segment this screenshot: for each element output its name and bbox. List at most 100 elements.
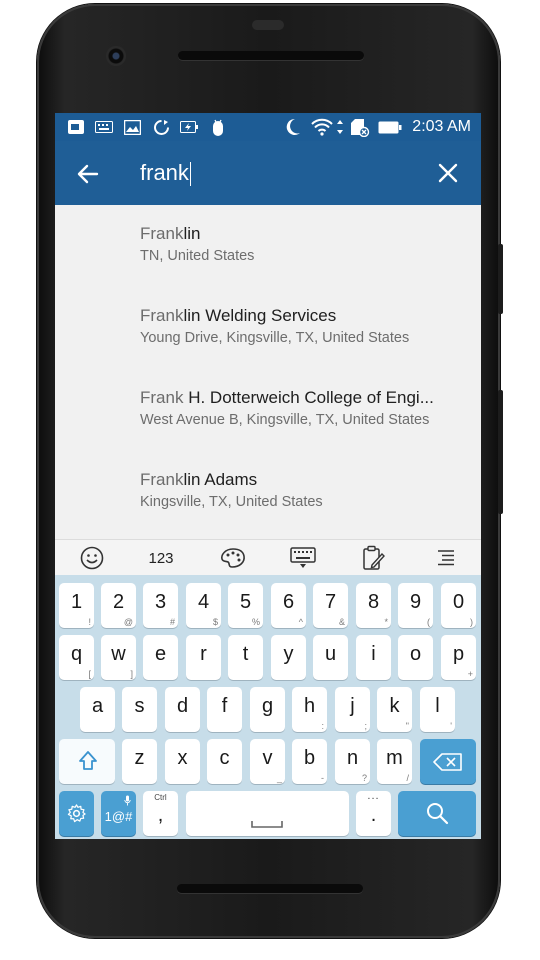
status-time: 2:03 AM: [412, 118, 471, 135]
key-j[interactable]: j;: [335, 687, 370, 732]
clear-search-icon[interactable]: [437, 162, 459, 184]
key-h[interactable]: h:: [292, 687, 327, 732]
result-title-rest: lin: [183, 224, 201, 243]
key-n[interactable]: n?: [335, 739, 370, 784]
key-5[interactable]: 5%: [228, 583, 263, 628]
key-s[interactable]: s: [122, 687, 157, 732]
clipboard-icon[interactable]: [359, 545, 387, 570]
key-z[interactable]: z: [122, 739, 157, 784]
key-l[interactable]: l ': [420, 687, 455, 732]
comma-key[interactable]: Ctrl ,: [143, 791, 178, 836]
earpiece: [252, 20, 284, 30]
key-t[interactable]: t: [228, 635, 263, 680]
key-e[interactable]: e: [143, 635, 178, 680]
space-bar-icon: [251, 821, 283, 828]
result-title-match: Frank: [140, 470, 184, 489]
sync-icon: [150, 118, 172, 136]
period-sub-label: ...: [367, 790, 380, 802]
bottom-speaker: [177, 884, 363, 893]
key-i[interactable]: i: [356, 635, 391, 680]
microphone-icon: [124, 795, 131, 806]
front-camera: [106, 46, 126, 66]
symbols-label: 1@#: [104, 809, 133, 824]
backspace-key[interactable]: [420, 739, 476, 784]
space-key[interactable]: [186, 791, 349, 836]
key-1[interactable]: 1!: [59, 583, 94, 628]
key-v[interactable]: v _: [250, 739, 285, 784]
comma-label: ,: [157, 804, 164, 826]
key-0[interactable]: 0): [441, 583, 476, 628]
key-d[interactable]: d: [165, 687, 200, 732]
result-title-match: Frank: [140, 224, 184, 243]
moon-icon: [283, 118, 303, 136]
key-2[interactable]: 2 @: [101, 583, 136, 628]
key-q[interactable]: q[: [59, 635, 94, 680]
result-title-match: Frank: [140, 388, 184, 407]
result-item[interactable]: Frank H. Dotterweich College of Engi... …: [140, 387, 470, 429]
key-7[interactable]: 7 &: [313, 583, 348, 628]
key-g[interactable]: g: [250, 687, 285, 732]
period-label: .: [370, 804, 377, 826]
key-4[interactable]: 4 $: [186, 583, 221, 628]
gear-icon: [67, 804, 86, 823]
key-3[interactable]: 3 #: [143, 583, 178, 628]
key-8[interactable]: 8 *: [356, 583, 391, 628]
key-x[interactable]: x: [165, 739, 200, 784]
shift-key[interactable]: [59, 739, 115, 784]
shift-arrow-icon: [79, 751, 97, 770]
key-a[interactable]: a: [80, 687, 115, 732]
result-subtitle: TN, United States: [140, 248, 255, 264]
result-title: Franklin Adams: [140, 469, 470, 491]
key-9[interactable]: 9(: [398, 583, 433, 628]
android-debug-icon: [207, 118, 229, 136]
result-item[interactable]: Franklin TN, United States: [140, 223, 470, 265]
result-title-rest: lin Welding Services: [183, 306, 337, 325]
key-w[interactable]: w]: [101, 635, 136, 680]
search-icon: [427, 803, 449, 825]
key-y[interactable]: y: [271, 635, 306, 680]
keyboard-hide-icon[interactable]: [289, 546, 317, 570]
emoji-icon[interactable]: [79, 546, 105, 570]
search-query: frank: [140, 160, 189, 185]
result-item[interactable]: Franklin Welding Services Young Drive, K…: [140, 305, 470, 347]
comma-sub-label: Ctrl: [154, 793, 167, 802]
key-o[interactable]: o: [398, 635, 433, 680]
key-r[interactable]: r: [186, 635, 221, 680]
battery-icon: [377, 118, 403, 136]
period-key[interactable]: ... .: [356, 790, 391, 836]
wifi-icon: [309, 118, 335, 136]
settings-key[interactable]: [59, 791, 94, 836]
result-subtitle: Young Drive, Kingsville, TX, United Stat…: [140, 330, 410, 346]
key-b[interactable]: b-: [292, 739, 327, 784]
result-subtitle: West Avenue B, Kingsville, TX, United St…: [140, 412, 430, 428]
key-c[interactable]: c: [207, 739, 242, 784]
result-item[interactable]: Franklin Adams Kingsville, TX, United St…: [140, 469, 470, 511]
key-f[interactable]: f: [207, 687, 242, 732]
result-title-match: Frank: [140, 306, 184, 325]
sd-card-icon: [349, 118, 371, 137]
result-title: Franklin: [140, 223, 470, 245]
result-title: Frank H. Dotterweich College of Engi...: [140, 387, 470, 409]
key-6[interactable]: 6 ^: [271, 583, 306, 628]
theme-palette-icon[interactable]: [219, 546, 247, 570]
screen: 2:03 AM frank Franklin TN, United States…: [55, 113, 481, 839]
battery-saver-icon: [178, 118, 200, 136]
result-subtitle: Kingsville, TX, United States: [140, 494, 323, 510]
result-title-rest: lin Adams: [183, 470, 258, 489]
backspace-icon: [433, 753, 462, 771]
menu-icon[interactable]: [433, 546, 459, 570]
key-u[interactable]: u: [313, 635, 348, 680]
search-input[interactable]: frank: [140, 159, 191, 187]
result-title-rest: H. Dotterweich College of Engi...: [183, 388, 434, 407]
key-p[interactable]: p +: [441, 635, 476, 680]
search-key[interactable]: [398, 791, 476, 836]
key-m[interactable]: m /: [377, 739, 412, 784]
top-speaker: [178, 51, 364, 60]
keyboard-toolbar: 123: [55, 539, 481, 576]
numbers-button[interactable]: 123: [145, 546, 177, 570]
symbols-key[interactable]: 1@#: [101, 791, 136, 836]
result-title: Franklin Welding Services: [140, 305, 470, 327]
key-k[interactable]: k ": [377, 687, 412, 732]
search-results-list: Franklin TN, United States Franklin Weld…: [55, 205, 481, 539]
back-arrow-icon[interactable]: [75, 161, 101, 187]
